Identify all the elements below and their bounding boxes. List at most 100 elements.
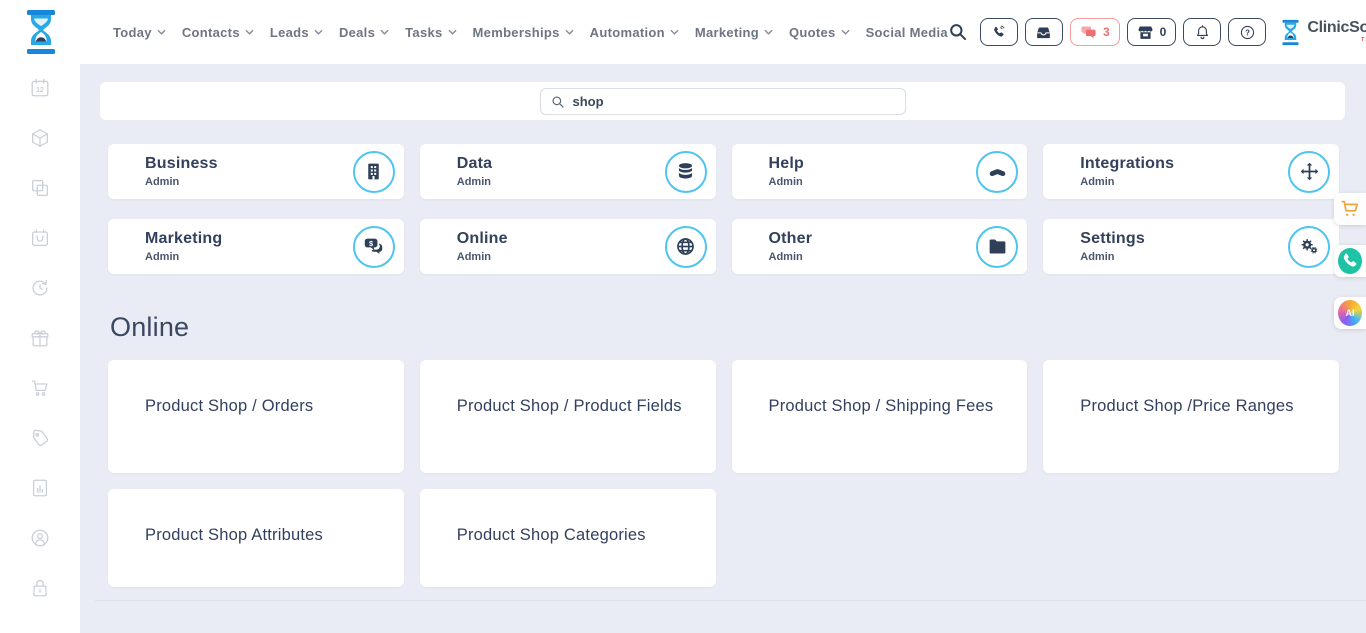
chevron-down-icon xyxy=(670,29,679,35)
nav-item-today[interactable]: Today xyxy=(113,25,166,40)
results-grid: Product Shop / Orders Product Shop / Prod… xyxy=(108,360,1339,587)
nav-item-label: Tasks xyxy=(405,25,442,40)
category-card-integrations[interactable]: IntegrationsAdmin xyxy=(1043,144,1339,199)
nav-item-label: Contacts xyxy=(182,25,240,40)
category-card-settings[interactable]: SettingsAdmin xyxy=(1043,219,1339,274)
chat-dollar-icon: $ xyxy=(363,236,384,257)
gears-icon xyxy=(1299,236,1320,257)
bottom-divider xyxy=(95,600,1366,601)
header-actions: 30? ClinicSoftware .com TEN STEPS AHEAD xyxy=(948,16,1366,49)
result-label: Product Shop Attributes xyxy=(145,526,323,544)
category-icon-circle xyxy=(665,226,707,268)
chevron-down-icon xyxy=(448,29,457,35)
main-content: BusinessAdmin DataAdmin HelpAdmin Integrati… xyxy=(80,64,1366,633)
nav-item-label: Quotes xyxy=(789,25,836,40)
phone-button[interactable] xyxy=(980,18,1018,46)
nav-item-label: Memberships xyxy=(473,25,560,40)
top-header: Today Contacts Leads Deals Tasks Memberships A… xyxy=(0,0,1366,64)
category-icon-circle xyxy=(665,151,707,193)
left-sidebar: 12 xyxy=(0,64,80,633)
tags-icon[interactable] xyxy=(29,427,51,449)
store-button[interactable]: 0 xyxy=(1127,18,1177,46)
whatsapp-shortcut-button[interactable] xyxy=(1334,245,1366,277)
calendar-save-icon[interactable] xyxy=(29,227,51,249)
report-icon[interactable] xyxy=(29,477,51,499)
search-input-wrap xyxy=(540,88,906,115)
category-card-business[interactable]: BusinessAdmin xyxy=(108,144,404,199)
cube-icon[interactable] xyxy=(29,127,51,149)
nav-item-label: Deals xyxy=(339,25,375,40)
nav-item-tasks[interactable]: Tasks xyxy=(405,25,456,40)
result-card[interactable]: Product Shop / Shipping Fees xyxy=(732,360,1028,473)
nav-item-quotes[interactable]: Quotes xyxy=(789,25,850,40)
cart-orange-icon xyxy=(1338,197,1362,221)
nav-item-marketing[interactable]: Marketing xyxy=(695,25,773,40)
brand-hourglass-icon xyxy=(1279,19,1302,46)
category-icon-circle xyxy=(976,226,1018,268)
chevron-down-icon xyxy=(841,29,850,35)
category-icon-circle xyxy=(1288,226,1330,268)
gift-icon[interactable] xyxy=(29,327,51,349)
nav-item-automation[interactable]: Automation xyxy=(590,25,679,40)
result-label: Product Shop / Orders xyxy=(145,397,313,415)
move-icon xyxy=(1299,161,1320,182)
section-title: Online xyxy=(110,312,189,343)
cart-icon[interactable] xyxy=(29,377,51,399)
nav-item-contacts[interactable]: Contacts xyxy=(182,25,254,40)
app-logo-hourglass-icon[interactable] xyxy=(21,9,61,55)
cart-orange-shortcut-button[interactable] xyxy=(1334,193,1366,225)
badge-count: 0 xyxy=(1160,25,1167,39)
result-card[interactable]: Product Shop Categories xyxy=(420,489,716,587)
search-input-icon xyxy=(551,95,565,109)
svg-text:?: ? xyxy=(1245,28,1250,37)
result-card[interactable]: Product Shop / Orders xyxy=(108,360,404,473)
category-card-other[interactable]: OtherAdmin xyxy=(732,219,1028,274)
nav-item-label: Social Media xyxy=(866,25,948,40)
result-label: Product Shop / Shipping Fees xyxy=(769,397,994,415)
folder-icon xyxy=(987,236,1008,257)
nav-item-label: Marketing xyxy=(695,25,759,40)
nav-item-label: Today xyxy=(113,25,152,40)
badge-count: 3 xyxy=(1103,25,1110,39)
result-card[interactable]: Product Shop Attributes xyxy=(108,489,404,587)
category-card-data[interactable]: DataAdmin xyxy=(420,144,716,199)
bell-icon xyxy=(1194,24,1211,41)
search-icon[interactable] xyxy=(948,22,968,42)
category-grid: BusinessAdmin DataAdmin HelpAdmin Integrati… xyxy=(108,144,1339,274)
nav-item-memberships[interactable]: Memberships xyxy=(473,25,574,40)
inbox-button[interactable] xyxy=(1025,18,1063,46)
search-input[interactable] xyxy=(573,94,895,109)
chevron-down-icon xyxy=(314,29,323,35)
calendar-12-icon[interactable]: 12 xyxy=(29,77,51,99)
result-card[interactable]: Product Shop /Price Ranges xyxy=(1043,360,1339,473)
nav-item-leads[interactable]: Leads xyxy=(270,25,323,40)
category-icon-circle xyxy=(353,151,395,193)
nav-item-label: Leads xyxy=(270,25,309,40)
account-icon[interactable] xyxy=(29,527,51,549)
history-icon[interactable] xyxy=(29,277,51,299)
nav-item-label: Automation xyxy=(590,25,665,40)
main-nav: Today Contacts Leads Deals Tasks Memberships A… xyxy=(113,25,948,40)
result-label: Product Shop /Price Ranges xyxy=(1080,397,1293,415)
category-card-online[interactable]: OnlineAdmin xyxy=(420,219,716,274)
result-card[interactable]: Product Shop / Product Fields xyxy=(420,360,716,473)
whatsapp-icon xyxy=(1338,249,1362,273)
category-card-marketing[interactable]: MarketingAdmin$ xyxy=(108,219,404,274)
ai-icon: AI xyxy=(1338,301,1362,325)
chevron-down-icon xyxy=(245,29,254,35)
chat-button[interactable]: 3 xyxy=(1070,18,1120,46)
category-card-help[interactable]: HelpAdmin xyxy=(732,144,1028,199)
handshake-icon xyxy=(987,161,1008,182)
bell-button[interactable] xyxy=(1183,18,1221,46)
category-icon-circle: $ xyxy=(353,226,395,268)
inbox-icon xyxy=(1035,24,1052,41)
lock-icon[interactable] xyxy=(29,577,51,599)
help-button[interactable]: ? xyxy=(1228,18,1266,46)
chat-icon xyxy=(1080,24,1097,41)
nav-item-social-media[interactable]: Social Media xyxy=(866,25,948,40)
globe-icon xyxy=(675,236,696,257)
ai-shortcut-button[interactable]: AI xyxy=(1334,297,1366,329)
copy-icon[interactable] xyxy=(29,177,51,199)
nav-item-deals[interactable]: Deals xyxy=(339,25,389,40)
search-bar-panel xyxy=(100,82,1345,120)
